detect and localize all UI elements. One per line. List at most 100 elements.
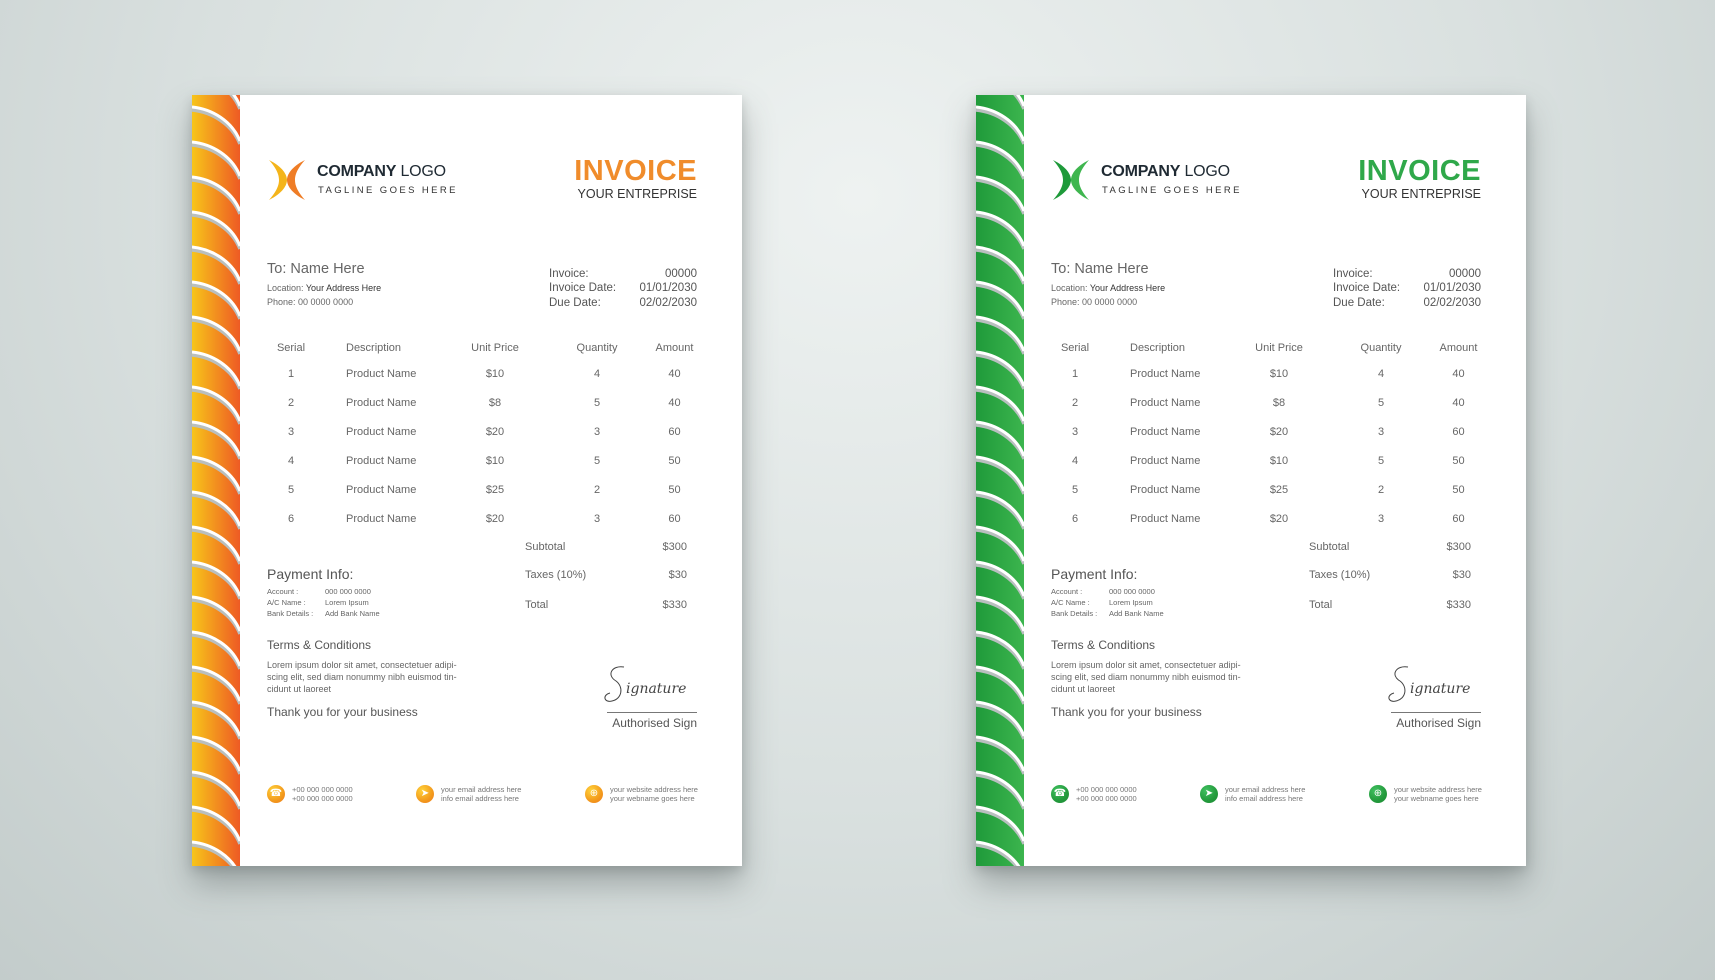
contact-item: ☎ +00 000 000 0000 +00 000 000 0000 [1051, 785, 1137, 803]
contact-item: ⊕ your website address here your webname g… [585, 785, 698, 803]
payment-info-label: Bank Details : [1051, 609, 1098, 618]
column-header-description: Description [346, 342, 402, 354]
payment-info-label: A/C Name : [267, 598, 306, 607]
recipient-name: To: Name Here [267, 261, 365, 277]
totals-label: Subtotal [525, 541, 566, 553]
recipient-location-label: Location: [1051, 283, 1088, 293]
invoice-meta-label: Due Date: [549, 296, 601, 309]
company-logo-icon [1053, 160, 1089, 200]
contact-line: +00 000 000 0000 [292, 794, 353, 803]
contact-line: your webname goes here [610, 794, 695, 803]
column-header-quantity: Quantity [1360, 342, 1402, 354]
totals-value: $30 [1452, 569, 1471, 581]
cell-description: Product Name [346, 368, 417, 380]
cell-description: Product Name [346, 397, 417, 409]
payment-info-label: A/C Name : [1051, 598, 1090, 607]
contact-line: your email address here [441, 785, 522, 794]
cell-unit-price: $20 [485, 426, 505, 438]
cell-serial: 5 [1071, 484, 1079, 496]
cell-quantity: 2 [593, 484, 601, 496]
signature-line [1391, 712, 1481, 713]
phone-icon-glyph: ☎ [1053, 788, 1067, 799]
signature-script-text: ignature [1410, 681, 1470, 697]
cell-quantity: 5 [1377, 397, 1385, 409]
cell-unit-price: $10 [1269, 368, 1289, 380]
cell-description: Product Name [1130, 426, 1201, 438]
cell-serial: 4 [1071, 455, 1079, 467]
invoice-meta-row: Invoice: 00000 [549, 267, 697, 281]
invoice-title: INVOICE [1358, 155, 1481, 187]
contact-line: +00 000 000 0000 [292, 785, 353, 794]
company-logo-icon [269, 160, 305, 200]
recipient-location: Location: Your Address Here [1051, 283, 1165, 293]
cell-unit-price: $20 [1269, 513, 1289, 525]
cell-unit-price: $25 [485, 484, 505, 496]
recipient-location: Location: Your Address Here [267, 283, 381, 293]
invoice-title: INVOICE [574, 155, 697, 187]
cell-quantity: 5 [1377, 455, 1385, 467]
column-header-unit-price: Unit Price [471, 342, 519, 354]
contact-line: your webname goes here [1394, 794, 1479, 803]
signature-image: ignature [604, 666, 686, 702]
cell-description: Product Name [1130, 484, 1201, 496]
signature-image: ignature [1388, 666, 1470, 702]
payment-info-line: Bank Details : Add Bank Name [1051, 609, 1164, 618]
contact-item: ➤ your email address here info email addre… [416, 785, 521, 803]
contact-line: info email address here [1225, 794, 1303, 803]
cell-serial: 3 [287, 426, 295, 438]
decorative-side-stripe [192, 95, 240, 866]
send-icon: ➤ [1200, 785, 1218, 803]
globe-icon-glyph: ⊕ [1373, 788, 1383, 799]
cell-quantity: 2 [1377, 484, 1385, 496]
invoice-meta-row: Due Date: 02/02/2030 [1333, 296, 1481, 310]
invoice-meta-label: Due Date: [1333, 296, 1385, 309]
invoice-page-orange: COMPANY LOGO TAGLINE GOES HERE INVOICE Y… [192, 95, 742, 866]
contact-text: +00 000 000 0000 +00 000 000 0000 [1076, 785, 1137, 803]
payment-info-value: Add Bank Name [1109, 609, 1164, 618]
company-tagline: TAGLINE GOES HERE [318, 185, 458, 196]
invoice-meta-value: 01/01/2030 [639, 282, 697, 295]
cell-serial: 3 [1071, 426, 1079, 438]
company-logo-text: COMPANY LOGO [1101, 163, 1230, 181]
cell-amount: 40 [668, 368, 681, 380]
contact-item: ➤ your email address here info email addre… [1200, 785, 1305, 803]
cell-serial: 6 [1071, 513, 1079, 525]
cell-unit-price: $20 [485, 513, 505, 525]
payment-info-value: 000 000 0000 [325, 587, 371, 596]
contact-item: ☎ +00 000 000 0000 +00 000 000 0000 [267, 785, 353, 803]
phone-icon: ☎ [1051, 785, 1069, 803]
recipient-location-label: Location: [267, 283, 304, 293]
totals-label: Total [525, 599, 549, 611]
authorised-sign-label: Authorised Sign [612, 716, 697, 730]
cell-unit-price: $25 [1269, 484, 1289, 496]
invoice-meta-value: 00000 [1449, 268, 1481, 280]
globe-icon: ⊕ [1369, 785, 1387, 803]
column-header-amount: Amount [655, 342, 694, 354]
invoice-meta-row: Invoice Date: 01/01/2030 [1333, 281, 1481, 295]
column-header-description: Description [1130, 342, 1186, 354]
cell-description: Product Name [346, 455, 417, 467]
cell-amount: 60 [668, 426, 681, 438]
stripe-graphic [976, 95, 1024, 866]
payment-info-label: Account : [1051, 587, 1083, 596]
cell-serial: 2 [1071, 397, 1079, 409]
payment-info-title: Payment Info: [1051, 566, 1138, 582]
invoice-meta-value: 02/02/2030 [1423, 296, 1481, 309]
terms-title: Terms & Conditions [1051, 638, 1156, 652]
payment-info-value: Lorem Ipsum [1109, 598, 1153, 607]
cell-amount: 50 [668, 484, 681, 496]
recipient-location-value: Your Address Here [1089, 283, 1166, 293]
payment-info-line: Account : 000 000 0000 [267, 587, 371, 596]
cell-quantity: 4 [593, 368, 601, 380]
invoice-subtitle: YOUR ENTREPRISE [577, 187, 697, 201]
invoice-meta-label: Invoice Date: [549, 282, 617, 295]
invoice-meta-label: Invoice: [549, 268, 589, 280]
contact-line: info email address here [441, 794, 519, 803]
invoice-meta-value: 02/02/2030 [639, 296, 697, 309]
cell-quantity: 3 [593, 513, 601, 525]
cell-amount: 40 [1452, 397, 1465, 409]
recipient-location-value: Your Address Here [305, 283, 382, 293]
contact-line: +00 000 000 0000 [1076, 785, 1137, 794]
cell-unit-price: $8 [1272, 397, 1286, 409]
invoice-meta-row: Invoice Date: 01/01/2030 [549, 281, 697, 295]
